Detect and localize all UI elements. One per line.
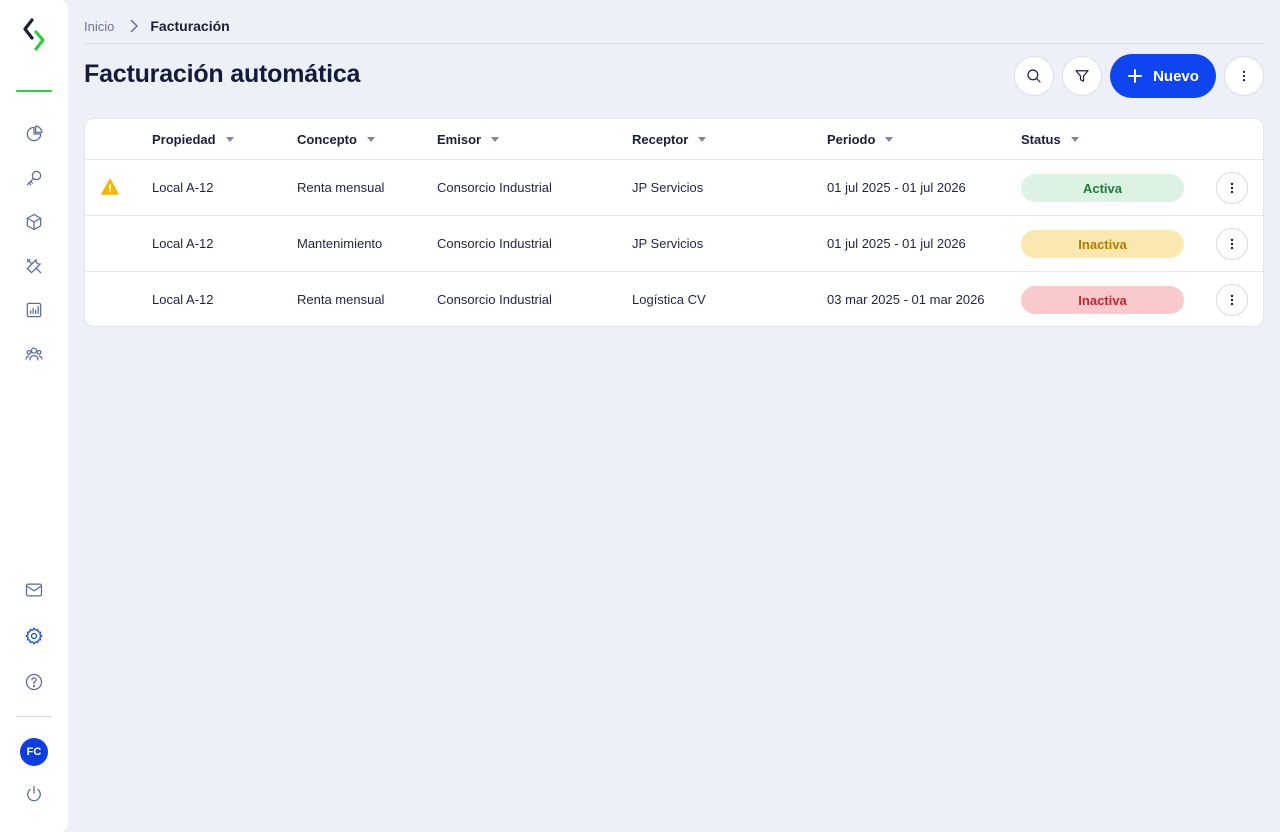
breadcrumb-home[interactable]: Inicio	[84, 19, 114, 34]
col-status-label: Status	[1021, 132, 1061, 147]
report-icon[interactable]	[22, 298, 46, 322]
logo-underline	[16, 90, 52, 92]
cell-receptor: JP Servicios	[632, 180, 704, 195]
sort-caret-icon	[225, 137, 234, 142]
more-options-button[interactable]	[1224, 56, 1264, 96]
chevron-right-icon	[128, 19, 140, 33]
status-badge: Activa	[1021, 174, 1184, 202]
more-vertical-icon	[1230, 294, 1234, 306]
tools-icon[interactable]	[22, 254, 46, 278]
new-button-label: Nuevo	[1153, 67, 1199, 85]
more-vertical-icon	[1230, 238, 1234, 250]
sidebar: FC	[0, 0, 68, 832]
row-actions-button[interactable]	[1216, 228, 1248, 260]
sort-caret-icon	[491, 137, 500, 142]
table-row[interactable]: Local A-12 Mantenimiento Consorcio Indus…	[85, 216, 1263, 272]
col-status[interactable]: Status	[1021, 132, 1079, 147]
col-concepto-label: Concepto	[297, 132, 357, 147]
cell-propiedad: Local A-12	[152, 180, 214, 195]
logo[interactable]	[20, 18, 48, 52]
sort-caret-icon	[1070, 137, 1079, 142]
cell-concepto: Renta mensual	[297, 180, 385, 195]
filter-icon	[1075, 70, 1089, 82]
breadcrumb: Inicio Facturación	[84, 16, 230, 36]
cell-periodo: 01 jul 2025 - 01 jul 2026	[827, 180, 966, 195]
page-title: Facturación automática	[84, 60, 361, 88]
col-receptor-label: Receptor	[632, 132, 689, 147]
col-emisor[interactable]: Emisor	[437, 132, 500, 147]
col-propiedad[interactable]: Propiedad	[152, 132, 234, 147]
search-button[interactable]	[1014, 56, 1054, 96]
sidebar-divider	[16, 716, 52, 717]
billing-table: Propiedad Concepto Emisor Receptor Perio…	[84, 118, 1264, 327]
more-vertical-icon	[1242, 70, 1246, 82]
filter-button[interactable]	[1062, 56, 1102, 96]
box-icon[interactable]	[22, 210, 46, 234]
dashboard-icon[interactable]	[22, 122, 46, 146]
power-icon[interactable]	[22, 782, 46, 806]
col-periodo-label: Periodo	[827, 132, 876, 147]
cell-emisor: Consorcio Industrial	[437, 292, 552, 307]
table-row[interactable]: Local A-12 Renta mensual Consorcio Indus…	[85, 272, 1263, 326]
sort-caret-icon	[885, 137, 894, 142]
cell-receptor: JP Servicios	[632, 236, 704, 251]
new-button[interactable]: Nuevo	[1110, 54, 1216, 98]
row-actions-button[interactable]	[1216, 172, 1248, 204]
more-vertical-icon	[1230, 182, 1234, 194]
col-emisor-label: Emisor	[437, 132, 482, 147]
cell-emisor: Consorcio Industrial	[437, 236, 552, 251]
col-periodo[interactable]: Periodo	[827, 132, 894, 147]
help-icon[interactable]	[22, 670, 46, 694]
cell-periodo: 03 mar 2025 - 01 mar 2026	[827, 292, 985, 307]
key-icon[interactable]	[22, 166, 46, 190]
cell-concepto: Renta mensual	[297, 292, 385, 307]
cell-periodo: 01 jul 2025 - 01 jul 2026	[827, 236, 966, 251]
mail-icon[interactable]	[22, 578, 46, 602]
cell-propiedad: Local A-12	[152, 236, 214, 251]
search-icon	[1027, 69, 1041, 83]
col-propiedad-label: Propiedad	[152, 132, 216, 147]
cell-receptor: Logística CV	[632, 292, 706, 307]
table-header: Propiedad Concepto Emisor Receptor Perio…	[85, 119, 1263, 160]
settings-icon[interactable]	[22, 624, 46, 648]
breadcrumb-divider	[84, 43, 1264, 44]
col-concepto[interactable]: Concepto	[297, 132, 375, 147]
breadcrumb-current: Facturación	[150, 18, 230, 34]
sort-caret-icon	[698, 137, 707, 142]
cell-emisor: Consorcio Industrial	[437, 180, 552, 195]
col-receptor[interactable]: Receptor	[632, 132, 707, 147]
avatar[interactable]: FC	[20, 738, 48, 766]
cell-propiedad: Local A-12	[152, 292, 214, 307]
status-badge: Inactiva	[1021, 286, 1184, 314]
sort-caret-icon	[366, 137, 375, 142]
table-row[interactable]: Local A-12 Renta mensual Consorcio Indus…	[85, 160, 1263, 216]
row-actions-button[interactable]	[1216, 284, 1248, 316]
users-icon[interactable]	[22, 342, 46, 366]
cell-concepto: Mantenimiento	[297, 236, 383, 251]
status-badge: Inactiva	[1021, 230, 1184, 258]
warning-icon	[101, 178, 119, 195]
plus-icon	[1128, 69, 1143, 83]
